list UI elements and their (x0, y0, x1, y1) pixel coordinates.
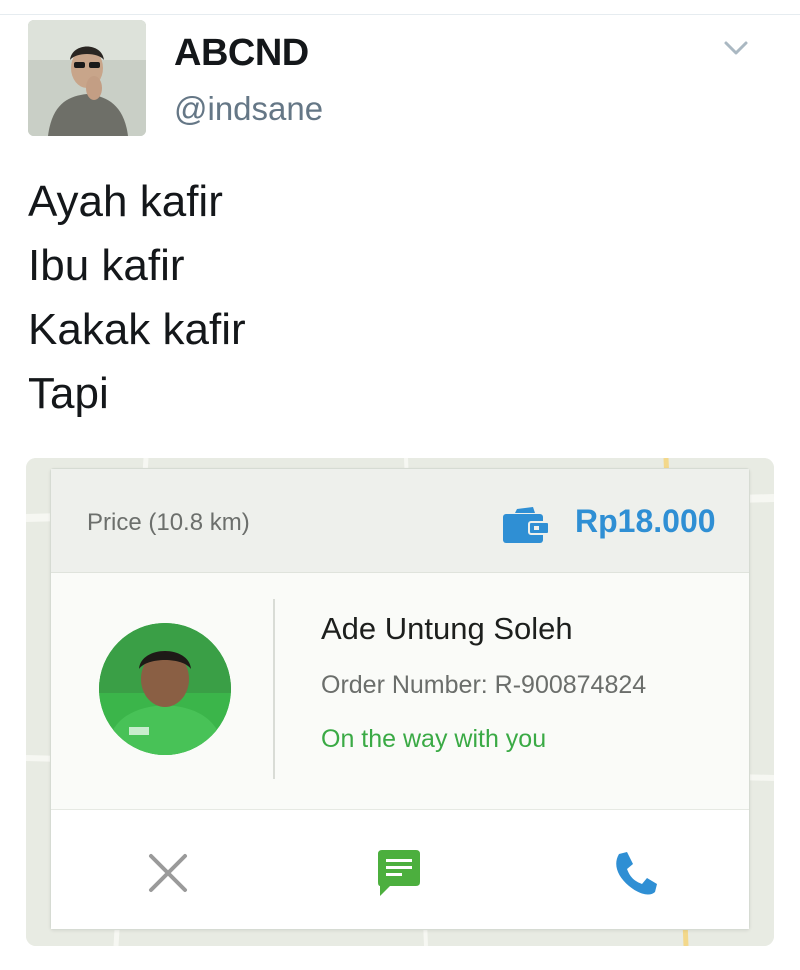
price-value: Rp18.000 (575, 503, 716, 539)
vertical-divider (273, 599, 275, 779)
order-panel: Price (10.8 km) Rp18.000 Ade Untung Sole… (50, 468, 750, 930)
order-number: Order Number: R-900874824 (321, 671, 647, 699)
profile-avatar[interactable] (28, 20, 146, 136)
tweet-line: Ibu kafir (28, 241, 185, 290)
tweet-line: Kakak kafir (28, 305, 246, 354)
chevron-down-icon[interactable] (722, 38, 750, 58)
price-row: Price (10.8 km) Rp18.000 (51, 469, 749, 573)
tweet-text: Ayah kafir Ibu kafir Kakak kafir Tapi (28, 170, 246, 426)
price-label: Price (10.8 km) (87, 509, 250, 536)
driver-name: Ade Untung Soleh (321, 611, 573, 646)
top-divider (0, 14, 800, 15)
tweet-line: Tapi (28, 369, 109, 418)
driver-info: Ade Untung Soleh Order Number: R-9008748… (51, 575, 749, 801)
tweet-line: Ayah kafir (28, 177, 223, 226)
action-bar (51, 809, 749, 929)
close-icon[interactable] (145, 850, 191, 896)
display-name[interactable]: ABCND (174, 32, 309, 75)
tweet-media-image[interactable]: Price (10.8 km) Rp18.000 Ade Untung Sole… (26, 458, 774, 946)
chat-icon[interactable] (376, 850, 422, 896)
wallet-icon (503, 507, 549, 543)
order-status: On the way with you (321, 725, 547, 753)
user-handle[interactable]: @indsane (174, 90, 323, 128)
phone-icon[interactable] (611, 850, 657, 896)
driver-avatar[interactable] (99, 623, 231, 755)
